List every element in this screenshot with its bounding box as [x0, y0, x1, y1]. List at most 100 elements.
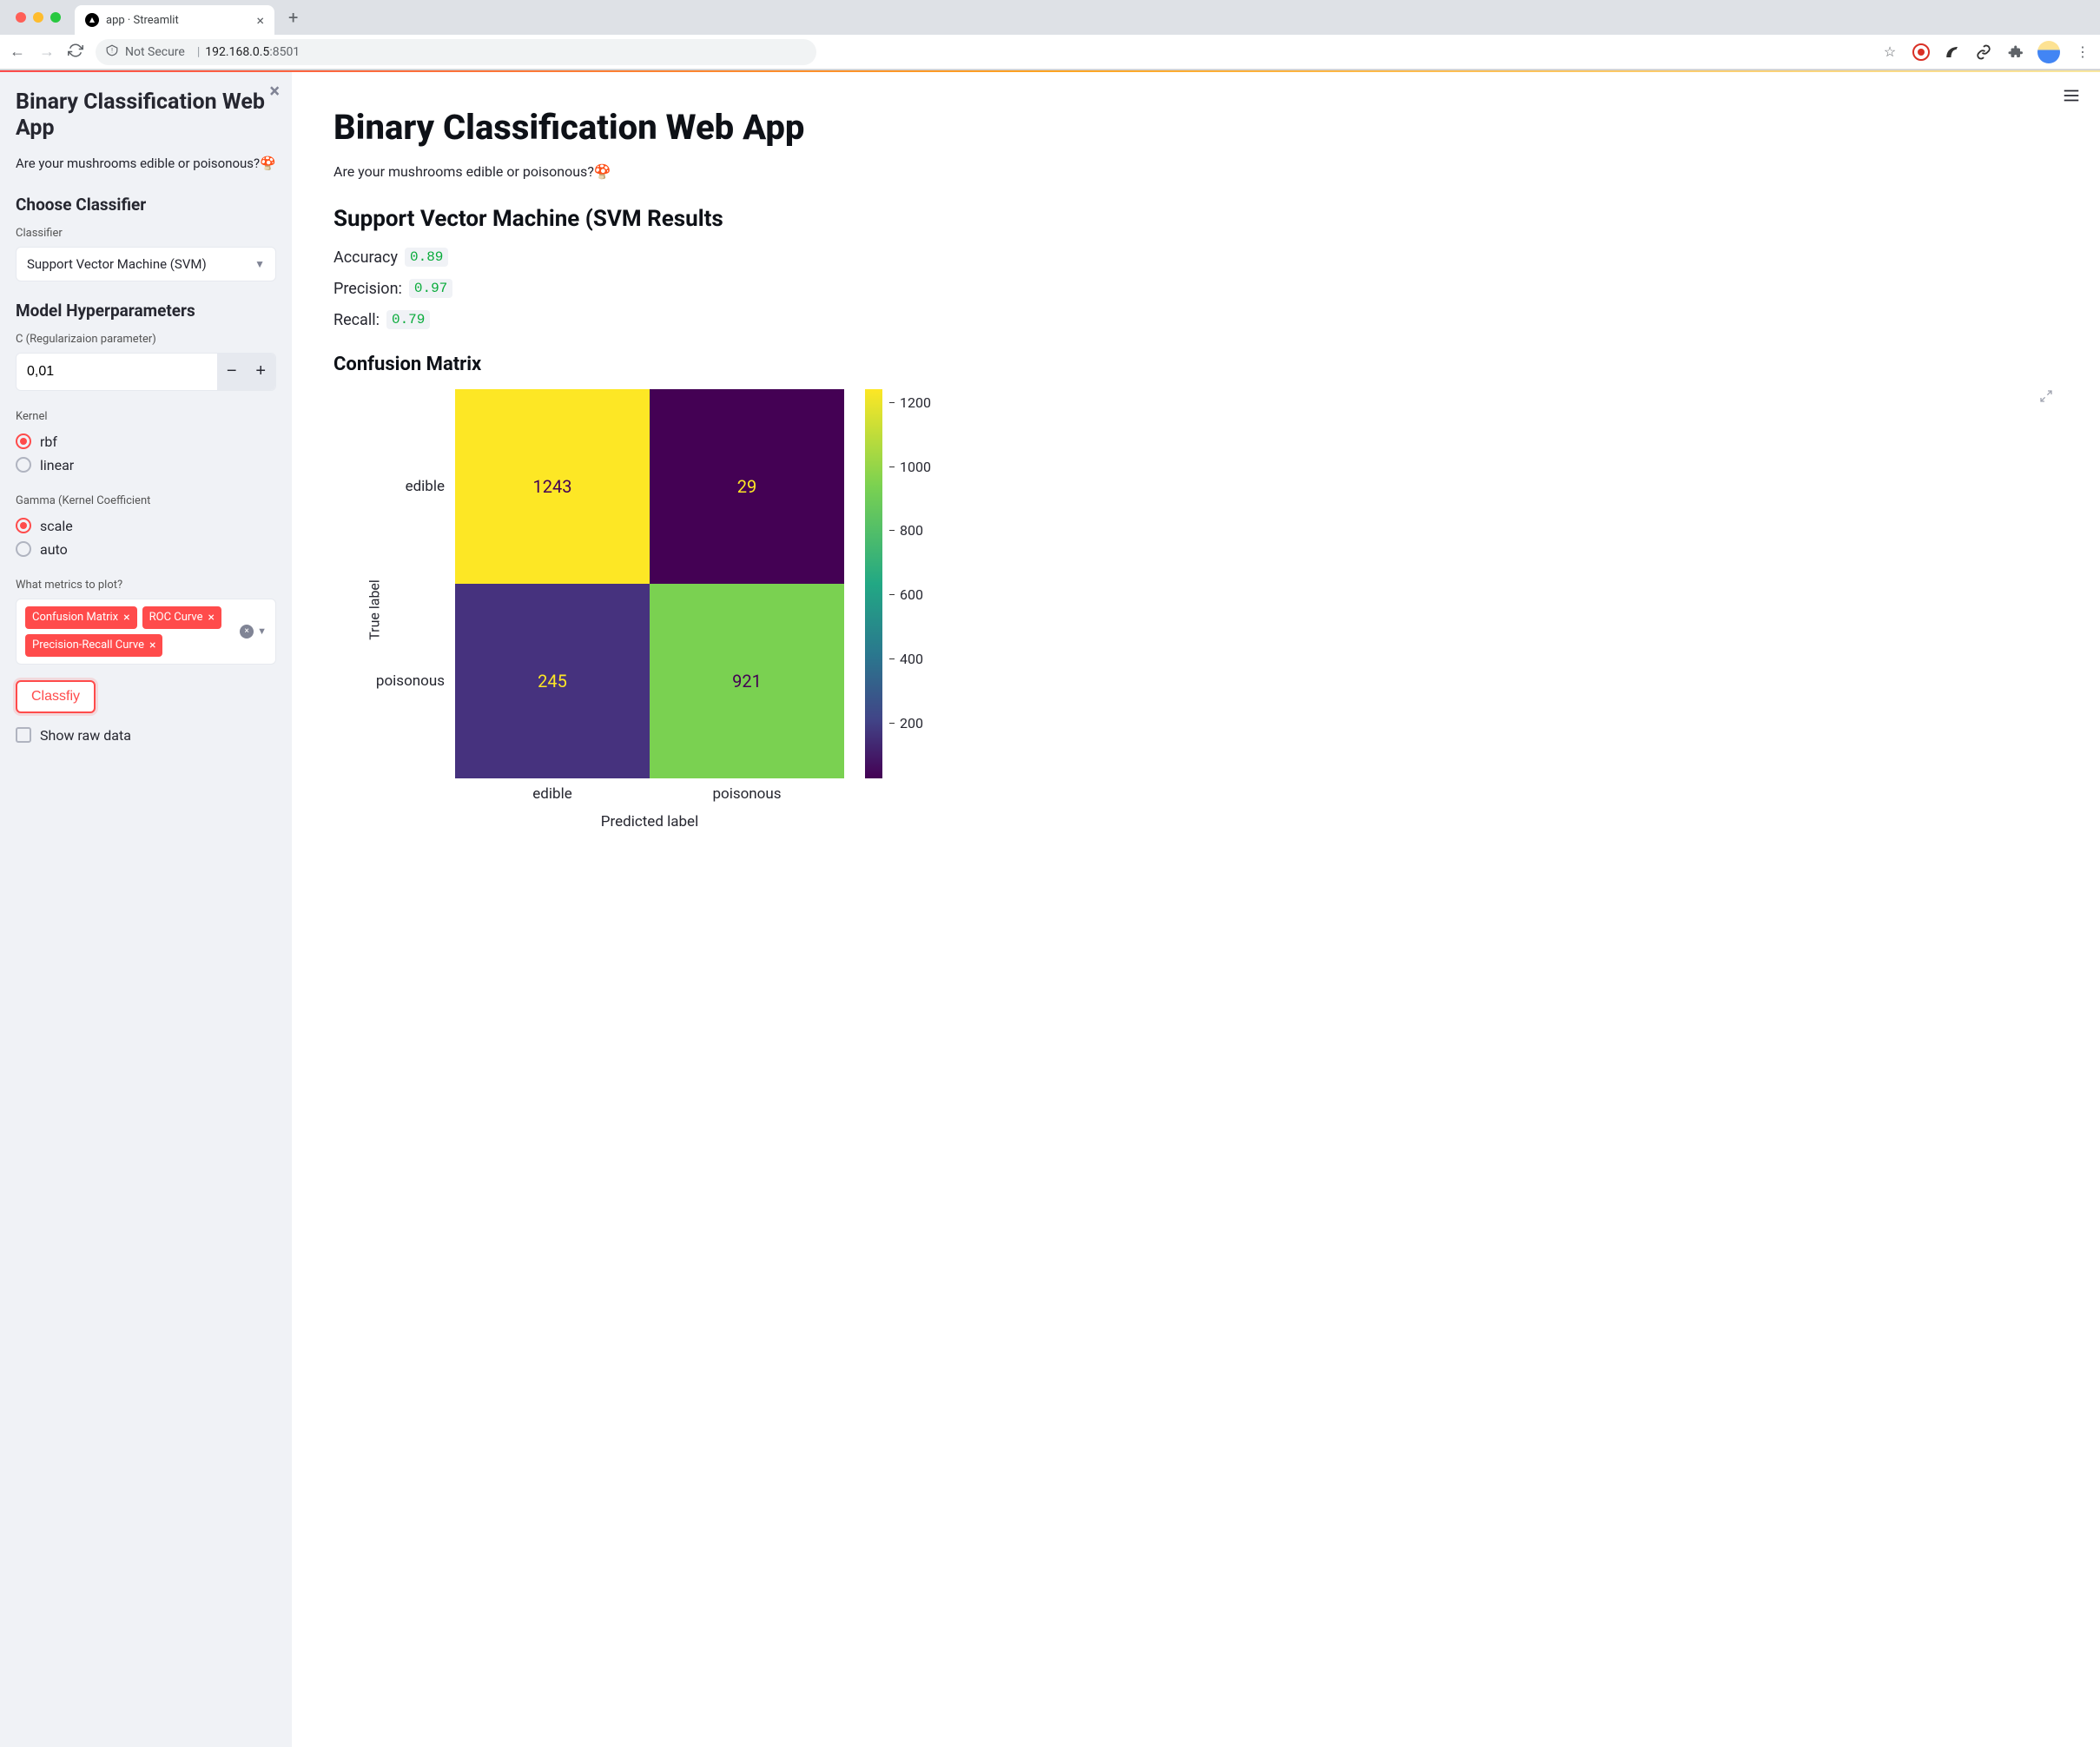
main-content: Binary Classification Web App Are your m… — [292, 72, 2100, 1747]
back-button[interactable]: ← — [9, 43, 26, 61]
heatmap-cell: 1243 — [455, 389, 650, 584]
metrics-tag: Precision-Recall Curve × — [25, 634, 162, 657]
browser-toolbar: ← → ! Not Secure | 192.168.0.5:8501 ☆ ⋮ — [0, 35, 2100, 69]
checkbox-icon — [16, 727, 31, 743]
extension-bird-icon[interactable] — [1944, 43, 1961, 61]
tag-remove-icon[interactable]: × — [123, 611, 129, 625]
metrics-tag-label: Confusion Matrix — [32, 611, 118, 624]
browser-chrome: app · Streamlit × + ← → ! Not Secure | 1… — [0, 0, 2100, 70]
radio-icon — [16, 541, 31, 557]
bookmark-star-icon[interactable]: ☆ — [1881, 43, 1899, 61]
forward-button[interactable]: → — [38, 43, 56, 61]
classifier-label: Classifier — [16, 227, 276, 240]
plot-expand-icon[interactable] — [2039, 389, 2053, 407]
c-label: C (Regularizaion parameter) — [16, 333, 276, 346]
tab-title: app · Streamlit — [106, 14, 249, 27]
new-tab-button[interactable]: + — [281, 7, 305, 28]
c-input-field[interactable] — [17, 354, 217, 390]
metrics-tag: ROC Curve× — [142, 606, 221, 629]
recall-metric: Recall: 0.79 — [333, 310, 2058, 329]
plot-xlabel: Predicted label — [377, 813, 844, 830]
chevron-down-icon: ▼ — [254, 258, 265, 270]
kernel-option-linear[interactable]: linear — [16, 453, 276, 477]
metrics-tag: Confusion Matrix × — [25, 606, 137, 629]
results-header: Support Vector Machine (SVM Results — [333, 206, 2058, 232]
address-port: :8501 — [269, 45, 300, 59]
recall-value: 0.79 — [386, 310, 430, 329]
browser-menu-icon[interactable]: ⋮ — [2074, 43, 2091, 61]
page-subtitle: Are your mushrooms edible or poisonous?🍄 — [333, 163, 2058, 180]
extension-link-icon[interactable] — [1975, 43, 1992, 61]
heatmap-col-label: poisonous — [650, 778, 844, 804]
kernel-option-rbf[interactable]: rbf — [16, 430, 276, 453]
colorbar-tick: 400 — [889, 651, 923, 667]
gamma-option-scale[interactable]: scale — [16, 514, 276, 538]
extension-adblock-icon[interactable] — [1912, 43, 1930, 61]
gamma-radio-group: scale auto — [16, 514, 276, 561]
heatmap-grid: edible124329poisonous245921ediblepoisono… — [377, 389, 844, 804]
metrics-tag-label: Precision-Recall Curve — [32, 639, 144, 652]
radio-icon — [16, 518, 31, 533]
address-host: 192.168.0.5 — [205, 45, 269, 59]
tab-close-icon[interactable]: × — [256, 12, 264, 29]
tag-remove-icon[interactable]: × — [208, 611, 215, 625]
multiselect-clear-icon[interactable]: × — [240, 625, 254, 639]
heatmap-row-label: edible — [377, 389, 455, 584]
metrics-label: What metrics to plot? — [16, 579, 276, 592]
heatmap-cell: 245 — [455, 584, 650, 778]
gamma-label: Gamma (Kernel Coefficient — [16, 494, 276, 507]
page-title: Binary Classification Web App — [333, 107, 2058, 148]
window-minimize-button[interactable] — [33, 12, 43, 23]
kernel-option-label: linear — [40, 457, 74, 473]
colorbar-tick: 800 — [889, 522, 923, 539]
tag-remove-icon[interactable]: × — [149, 639, 155, 652]
chevron-down-icon[interactable]: ▼ — [257, 625, 267, 637]
sidebar-title: Binary Classification Web App — [16, 89, 276, 142]
kernel-option-label: rbf — [40, 433, 57, 450]
gamma-option-label: auto — [40, 541, 68, 558]
kernel-label: Kernel — [16, 410, 276, 423]
gamma-option-auto[interactable]: auto — [16, 538, 276, 561]
heatmap-row-label: poisonous — [377, 584, 455, 778]
plot-ylabel: True label — [366, 579, 382, 640]
accuracy-metric: Accuracy 0.89 — [333, 248, 2058, 267]
metrics-multiselect[interactable]: Confusion Matrix×ROC Curve×Precision-Rec… — [16, 599, 276, 665]
heatmap-cell: 29 — [650, 389, 844, 584]
svg-text:!: ! — [111, 47, 113, 54]
window-maximize-button[interactable] — [50, 12, 61, 23]
accuracy-value: 0.89 — [405, 248, 448, 267]
heatmap-col-label: edible — [455, 778, 650, 804]
reload-button[interactable] — [68, 43, 83, 62]
browser-tab-bar: app · Streamlit × + — [0, 0, 2100, 35]
colorbar-tick: 600 — [889, 586, 923, 603]
show-raw-data-checkbox[interactable]: Show raw data — [16, 727, 276, 744]
address-bar[interactable]: ! Not Secure | 192.168.0.5:8501 — [96, 39, 816, 65]
sidebar-close-icon[interactable]: × — [269, 81, 280, 103]
colorbar: 12001000800600400200 — [865, 389, 933, 778]
not-secure-icon: ! — [106, 44, 118, 60]
window-controls — [9, 12, 68, 23]
browser-tab[interactable]: app · Streamlit × — [75, 5, 274, 35]
show-raw-data-label: Show raw data — [40, 727, 131, 744]
accuracy-label: Accuracy — [333, 248, 398, 267]
colorbar-tick: 1000 — [889, 459, 931, 475]
radio-icon — [16, 457, 31, 473]
hamburger-menu-icon[interactable] — [2062, 86, 2081, 109]
precision-value: 0.97 — [409, 279, 452, 298]
c-increment-button[interactable]: + — [247, 354, 276, 390]
c-decrement-button[interactable]: − — [217, 354, 247, 390]
window-close-button[interactable] — [16, 12, 26, 23]
heatmap-cell: 921 — [650, 584, 844, 778]
classify-button[interactable]: Classfiy — [16, 680, 96, 713]
classifier-select[interactable]: Support Vector Machine (SVM) ▼ — [16, 247, 276, 281]
profile-avatar[interactable] — [2037, 41, 2060, 63]
precision-metric: Precision: 0.97 — [333, 279, 2058, 298]
confusion-matrix-plot: True label edible124329poisonous245921ed… — [333, 389, 2058, 830]
sidebar-subtitle: Are your mushrooms edible or poisonous?🍄 — [16, 154, 276, 174]
extensions-icon[interactable] — [2006, 43, 2024, 61]
confusion-matrix-header: Confusion Matrix — [333, 354, 2058, 375]
sidebar: × Binary Classification Web App Are your… — [0, 72, 292, 1747]
recall-label: Recall: — [333, 311, 380, 329]
c-number-input: − + — [16, 353, 276, 391]
kernel-radio-group: rbf linear — [16, 430, 276, 477]
